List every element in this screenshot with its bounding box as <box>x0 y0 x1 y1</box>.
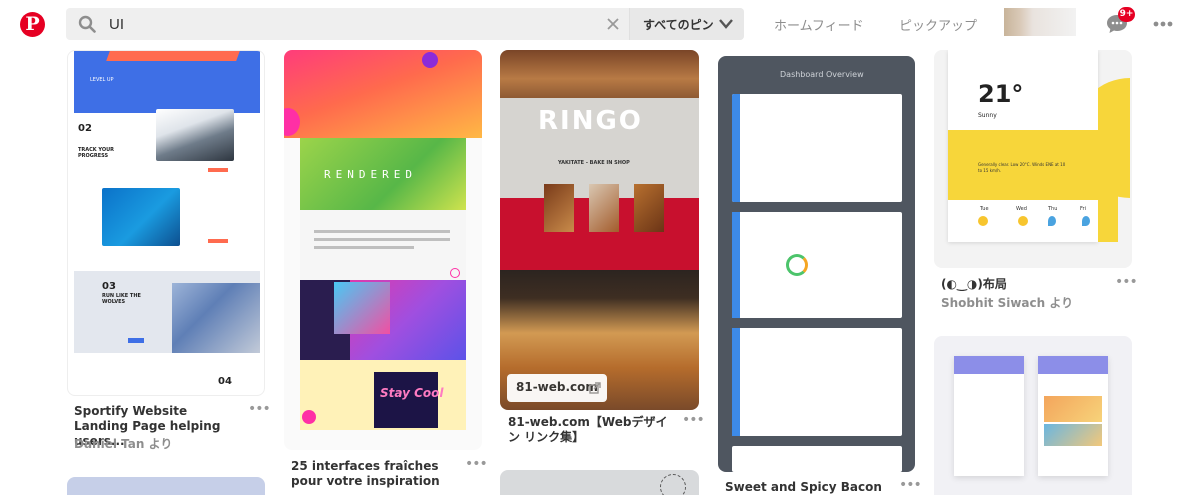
pin-title[interactable]: Sweet and Spicy Bacon <box>725 480 895 495</box>
pin-image-rendered[interactable]: RENDERED Stay Cool <box>284 50 482 450</box>
weather-temp: 21° <box>978 80 1024 108</box>
ringo-logo-text: RINGO <box>538 106 643 136</box>
pin-image-ringo[interactable]: RINGO YAKITATE - BAKE IN SHOP <box>500 50 699 410</box>
pin-image-partial[interactable] <box>67 477 265 495</box>
pin-title[interactable]: 25 interfaces fraîches pour votre inspir… <box>291 459 461 489</box>
search-icon <box>78 15 96 33</box>
top-nav-bar: P すべてのピン ホームフィード ピックアップ 9+ <box>0 0 1200 48</box>
pin-image-app-mockup[interactable] <box>934 336 1132 495</box>
pin-more-icon[interactable]: ••• <box>1115 275 1138 289</box>
source-link-label: 81-web.com <box>516 380 598 394</box>
pin-attribution[interactable]: Daniel Tan より <box>74 437 172 452</box>
step-number: 04 <box>218 376 232 387</box>
notification-badge: 9+ <box>1118 7 1135 22</box>
stay-cool-lettering: Stay Cool <box>380 386 444 400</box>
search-scope-label: すべてのピン <box>643 18 714 32</box>
search-scope-dropdown[interactable]: すべてのピン <box>629 8 744 40</box>
search-input[interactable] <box>109 8 629 40</box>
more-options-icon[interactable] <box>1153 21 1173 27</box>
pin-title[interactable]: (◐‿◑)布局 <box>941 277 1111 292</box>
pinterest-logo-icon[interactable]: P <box>20 12 45 37</box>
sportify-hero-text: LEVEL UP <box>90 77 114 83</box>
source-link-chip[interactable]: 81-web.com <box>507 374 607 402</box>
rendered-title: RENDERED <box>324 168 417 181</box>
forecast-day: Fri <box>1080 206 1086 212</box>
nav-home-feed[interactable]: ホームフィード <box>774 15 864 34</box>
pin-image-weather[interactable]: 21° Sunny Generally clear. Low 20°C. Win… <box>934 50 1132 268</box>
pin-more-icon[interactable]: ••• <box>465 457 488 471</box>
profile-avatar[interactable] <box>1004 8 1076 36</box>
dashboard-heading: Dashboard Overview <box>780 70 864 79</box>
ringo-tagline: YAKITATE - BAKE IN SHOP <box>558 160 630 166</box>
pin-title[interactable]: 81-web.com【Webデザイン リンク集】 <box>508 415 678 445</box>
forecast-day: Wed <box>1016 206 1027 212</box>
clear-search-icon[interactable] <box>605 16 621 32</box>
pin-more-icon[interactable]: ••• <box>899 478 922 492</box>
step-title: RUN LIKE THE WOLVES <box>102 293 141 305</box>
pin-image-partial[interactable] <box>500 470 699 495</box>
pin-image-dashboard[interactable]: Dashboard Overview <box>718 56 915 472</box>
forecast-day: Tue <box>980 206 989 212</box>
weather-forecast: Generally clear. Low 20°C. Winds ENE at … <box>978 162 1066 173</box>
step-number: 02 <box>78 123 92 134</box>
chevron-down-icon <box>719 19 733 29</box>
search-bar: すべてのピン <box>66 8 744 40</box>
step-title: TRACK YOUR PROGRESS <box>78 147 115 159</box>
pin-image-sportify[interactable]: LEVEL UP 02 TRACK YOUR PROGRESS 03 RUN L… <box>67 50 265 396</box>
external-link-icon <box>589 382 601 394</box>
pin-more-icon[interactable]: ••• <box>248 402 271 416</box>
nav-pickup[interactable]: ピックアップ <box>899 15 977 34</box>
pin-attribution[interactable]: Shobhit Siwach より <box>941 296 1073 311</box>
step-number: 03 <box>102 281 116 292</box>
weather-condition: Sunny <box>978 112 997 119</box>
forecast-day: Thu <box>1048 206 1058 212</box>
pin-more-icon[interactable]: ••• <box>682 413 705 427</box>
